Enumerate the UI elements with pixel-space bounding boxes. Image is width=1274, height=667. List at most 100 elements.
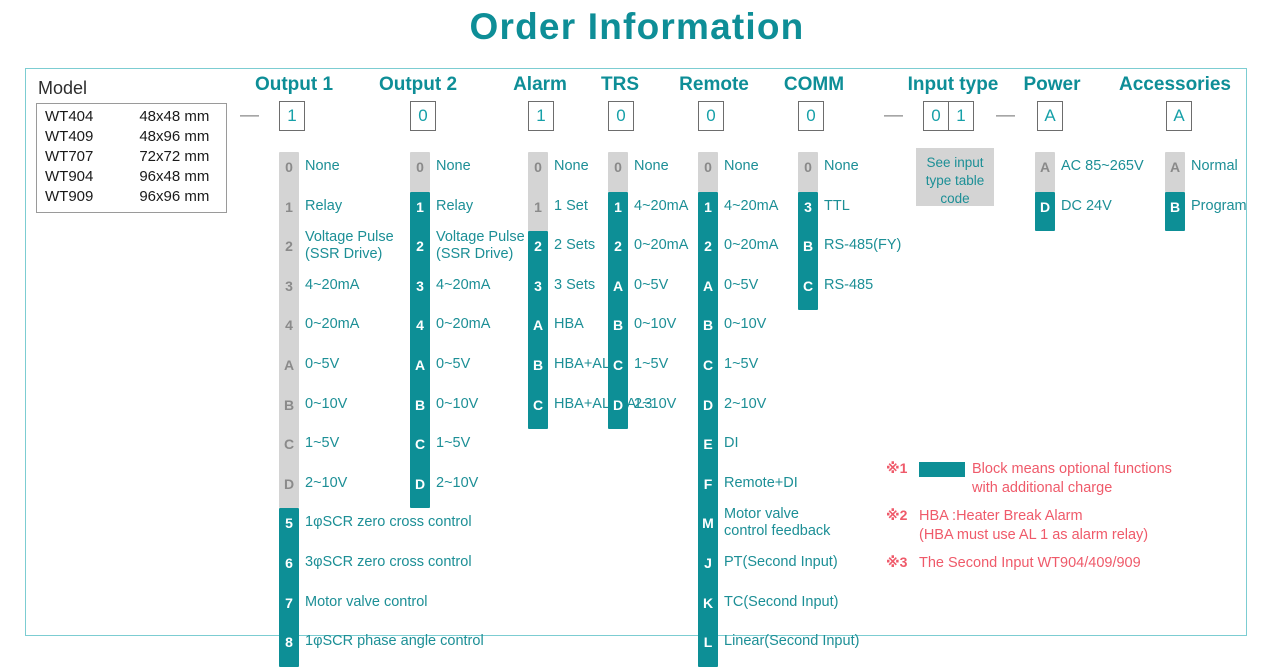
option-label: 0~5V — [305, 356, 340, 372]
footnote-1: ※1 Block means optional functions with add… — [886, 460, 1216, 498]
option-code: B — [532, 357, 544, 373]
option-label: AC 85~265V — [1061, 158, 1144, 174]
option-code: B — [802, 238, 814, 255]
model-table: WT404 48x48 mm WT409 48x96 mm WT707 72x72 mm W… — [36, 103, 227, 213]
model-size: 48x96 mm — [139, 128, 210, 145]
option-code: 7 — [285, 594, 293, 611]
option-code: A — [532, 317, 544, 334]
option-label: 2~10V — [436, 474, 479, 491]
option-label: Relay — [436, 197, 474, 214]
selected-code-comm[interactable]: 0 — [798, 101, 824, 131]
selected-code-output1[interactable]: 1 — [279, 101, 305, 131]
group-label-comm: COMM — [783, 74, 845, 95]
selected-code-accessories[interactable]: A — [1166, 101, 1192, 131]
option-code: 1 — [534, 198, 542, 215]
option-code: 3 — [534, 277, 542, 294]
group-label-output1: Output 1 — [254, 74, 334, 95]
footnote-text: Block means optional functions with addit… — [972, 461, 1172, 496]
option-label: Motor valve control — [305, 593, 428, 610]
option-label: Linear(Second Input) — [724, 633, 860, 650]
option-code: 6 — [285, 555, 293, 571]
option-code: 0 — [704, 159, 712, 175]
option-label: 2~10V — [634, 395, 677, 412]
selected-code-trs[interactable]: 0 — [608, 101, 634, 131]
input-type-note: See input type table code — [916, 148, 994, 206]
model-heading: Model — [38, 78, 88, 98]
footnote-text: The Second Input WT904/409/909 — [919, 555, 1141, 571]
option-code: 0 — [804, 159, 812, 175]
option-label: 2~10V — [724, 395, 767, 412]
footnotes: ※1 Block means optional functions with add… — [886, 460, 1216, 582]
option-code: D — [283, 475, 295, 492]
footnote-marker: ※1 — [886, 460, 908, 476]
model-code: WT707 — [45, 148, 94, 165]
option-code: 2 — [534, 238, 542, 255]
option-label: 1 Set — [554, 197, 588, 214]
option-code: A — [702, 277, 714, 294]
selected-code-alarm[interactable]: 1 — [528, 101, 554, 131]
page-title: Order Information — [469, 6, 805, 47]
option-label: 0~5V — [634, 276, 669, 293]
group-label-alarm: Alarm — [513, 74, 567, 95]
option-code: 0 — [416, 159, 424, 175]
option-code: 2 — [416, 238, 424, 255]
model-row: WT707 72x72 mm — [37, 147, 226, 167]
footnote-marker: ※3 — [886, 554, 908, 570]
option-label: RS-485 — [824, 276, 874, 293]
option-code: 2 — [614, 238, 622, 255]
option-code: 4 — [285, 317, 293, 334]
option-label: 1~5V — [436, 435, 471, 452]
model-code: WT404 — [45, 108, 94, 125]
option-label: PT(Second Input) — [724, 554, 838, 570]
model-row: WT409 48x96 mm — [37, 127, 226, 147]
option-code: A — [283, 357, 295, 373]
option-code: F — [703, 475, 713, 492]
option-label: 0~10V — [305, 395, 348, 412]
option-label: None — [436, 158, 471, 174]
option-code: 1 — [285, 198, 293, 215]
option-code: 5 — [285, 515, 293, 532]
option-label: 3φSCR zero cross control — [305, 554, 472, 570]
option-code: E — [703, 436, 713, 453]
group-label-output2: Output 2 — [378, 74, 458, 95]
model-code: WT909 — [45, 188, 94, 205]
option-label: Relay — [305, 197, 343, 214]
option-code: 1 — [704, 198, 712, 215]
option-code: 0 — [285, 159, 293, 175]
group-label-remote: Remote — [679, 74, 749, 95]
selected-code-power[interactable]: A — [1037, 101, 1063, 131]
option-code: D — [1039, 198, 1051, 215]
option-label: 0~10V — [436, 395, 479, 412]
option-code: B — [1169, 198, 1181, 215]
option-code: K — [702, 594, 714, 611]
option-code: A — [1169, 159, 1181, 175]
model-row: WT904 96x48 mm — [37, 167, 226, 187]
model-size: 48x48 mm — [139, 108, 210, 125]
selected-code-output2[interactable]: 0 — [410, 101, 436, 131]
selected-code-input_type[interactable]: 0 — [923, 101, 949, 131]
option-code: 2 — [704, 238, 712, 255]
selected-code2-input_type[interactable]: 1 — [948, 101, 974, 131]
code-strip-trs-optional — [608, 191, 628, 430]
option-label: 1φSCR phase angle control — [305, 633, 484, 650]
dash-before-input-type: — — [884, 105, 903, 126]
option-label: Program — [1191, 197, 1247, 214]
option-label: 4~20mA — [305, 276, 360, 293]
option-label: 2 Sets — [554, 237, 596, 254]
option-label: TTL — [824, 197, 850, 214]
option-code: A — [414, 357, 426, 373]
option-code: M — [702, 515, 714, 532]
selected-code-remote[interactable]: 0 — [698, 101, 724, 131]
option-code: B — [702, 317, 714, 334]
option-code: D — [414, 475, 426, 492]
option-label: None — [305, 158, 340, 174]
option-code: A — [612, 277, 624, 294]
option-label: None — [554, 158, 589, 174]
option-code: 3 — [804, 198, 812, 215]
option-label: Voltage Pulse (SSR Drive) — [305, 229, 394, 263]
option-label: 0~20mA — [634, 237, 689, 254]
option-label: DI — [724, 435, 739, 452]
option-code: 0 — [614, 159, 622, 175]
dash-before-output1: — — [240, 105, 259, 126]
option-label: Normal — [1191, 158, 1238, 174]
